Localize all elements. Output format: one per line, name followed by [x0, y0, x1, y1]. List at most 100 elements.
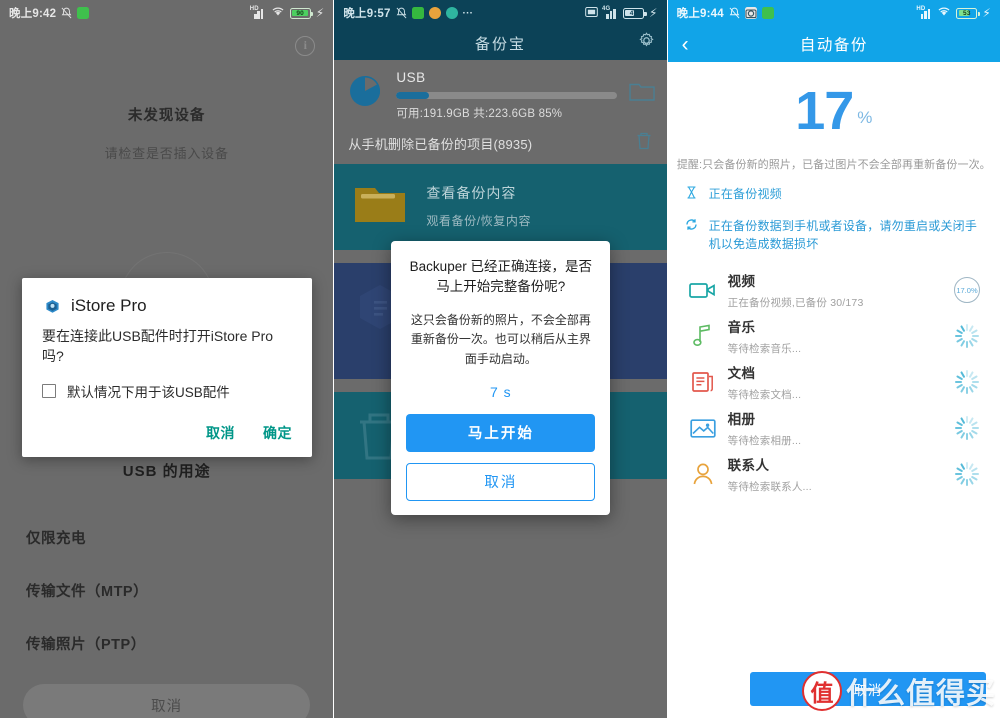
dialog-heading: Backuper 已经正确连接，是否马上开始完整备份呢? — [409, 259, 592, 295]
status-bar-right: 晚上9:44 HD 53 ⚡ — [667, 0, 1000, 26]
camera-app-icon — [744, 7, 757, 19]
usb-device-name: USB — [396, 70, 426, 85]
list-item-name: 联系人 — [727, 458, 770, 473]
loading-spinner-icon — [954, 416, 979, 440]
signal-hd-icon: HD — [250, 6, 266, 19]
sync-icon — [684, 217, 699, 236]
status-bar-right-group: 4G 47 ⚡ — [585, 6, 658, 20]
storage-pie-icon — [346, 72, 384, 110]
usb-status-block: USB 可用:191.9GB 共:223.6GB 85% 从手机删除已备份的项目… — [334, 60, 667, 164]
status-bar-left: 晚上9:42 HD 90 ⚡ — [0, 0, 333, 26]
usb-sheet-cancel-button[interactable]: 取消 — [23, 684, 311, 718]
usb-capacity-text: 可用:191.9GB 共:223.6GB 85% — [396, 108, 563, 120]
card-title: 查看备份内容 — [426, 184, 517, 201]
green-app-icon — [761, 7, 774, 19]
overall-progress: 17% — [668, 62, 1000, 138]
list-item-text: 音乐 等待检索音乐... — [720, 316, 950, 356]
backup-category-list: 视频 正在备份视频,已备份 30/173 17.0% 音乐 等待检索音乐... — [668, 267, 1000, 497]
page-title: 自动备份 — [799, 37, 868, 54]
list-item-text: 文档 等待检索文档... — [720, 362, 950, 402]
usb-progress-bar — [396, 92, 617, 99]
folder-icon[interactable] — [628, 80, 655, 102]
status-bar-right-group: HD 90 ⚡ — [250, 6, 325, 20]
chevron-left-icon[interactable]: ‹ — [682, 34, 689, 55]
list-item-text: 相册 等待检索相册... — [720, 408, 950, 448]
list-item-status: 正在备份视频,已备份 30/173 — [727, 297, 864, 309]
dialog-actions: 取消 确定 — [42, 423, 292, 449]
wifi-icon — [937, 6, 951, 20]
phone-panel-right: 晚上9:44 HD 53 ⚡ ‹ 自动备份 17 % 提醒:只会备份新的照片，已… — [667, 0, 1000, 718]
bolt-icon: ⚡ — [315, 6, 325, 20]
dialog-confirm-button[interactable]: 确定 — [263, 423, 292, 443]
wifi-icon — [271, 6, 285, 20]
list-item-album[interactable]: 相册 等待检索相册... — [668, 405, 1000, 451]
dialog-message: 要在连接此USB配件时打开iStore Pro吗? — [42, 328, 274, 365]
istore-permission-dialog: iStore Pro 要在连接此USB配件时打开iStore Pro吗? 默认情… — [22, 278, 312, 457]
app-bar-right: ‹ 自动备份 — [667, 26, 1000, 62]
loading-spinner-icon — [954, 370, 979, 394]
signal-4g-icon: 4G — [602, 6, 618, 19]
istore-logo-icon — [42, 296, 62, 316]
folder-icon — [352, 180, 408, 231]
list-item-text: 视频 正在备份视频,已备份 30/173 — [720, 270, 950, 310]
loading-spinner-icon — [954, 324, 979, 348]
usb-option-mtp[interactable]: 传输文件（MTP） — [0, 580, 333, 601]
default-usb-checkbox-label: 默认情况下用于该USB配件 — [67, 384, 230, 400]
contacts-icon — [686, 462, 720, 486]
note-text: 正在备份视频 — [708, 187, 782, 201]
album-icon — [686, 418, 720, 439]
list-item-music[interactable]: 音乐 等待检索音乐... — [668, 313, 1000, 359]
status-bar-middle: 晚上9:57 ··· 4G 47 ⚡ — [334, 0, 667, 26]
music-icon — [686, 324, 720, 348]
hourglass-icon — [684, 185, 699, 204]
list-item-name: 相册 — [727, 412, 756, 427]
document-icon — [686, 370, 720, 394]
status-more-icon: ··· — [462, 7, 474, 19]
screenshot-root: 晚上9:42 HD 90 ⚡ i 未发现设备 请检查是否插入设备 USB 的用途… — [0, 0, 1000, 718]
dialog-cancel-button[interactable]: 取消 — [406, 462, 596, 501]
note-row-hourglass: 正在备份视频 — [668, 185, 1000, 204]
list-item-indicator — [950, 370, 984, 394]
progress-value: 17 — [795, 81, 854, 141]
dialog-app-name: iStore Pro — [71, 296, 147, 315]
list-item-contacts[interactable]: 联系人 等待检索联系人... — [668, 451, 1000, 497]
start-now-button[interactable]: 马上开始 — [406, 413, 596, 452]
dialog-cancel-button[interactable]: 取消 — [206, 423, 235, 443]
cancel-backup-button[interactable]: 取消 — [749, 672, 986, 706]
list-item-video[interactable]: 视频 正在备份视频,已备份 30/173 17.0% — [668, 267, 1000, 313]
bell-muted-icon — [729, 7, 740, 19]
card-inner: 查看备份内容 观看备份/恢复内容 — [334, 164, 666, 247]
gear-icon[interactable] — [638, 32, 655, 54]
battery-icon: 53 — [956, 7, 980, 19]
status-time: 晚上9:57 — [343, 8, 391, 20]
battery-icon: 47 — [623, 7, 647, 19]
card-text: 查看备份内容 观看备份/恢复内容 — [426, 183, 531, 229]
card-subtitle: 观看备份/恢复内容 — [426, 213, 532, 228]
info-icon[interactable]: i — [295, 36, 316, 56]
card-view-backup[interactable]: 查看备份内容 观看备份/恢复内容 — [334, 164, 667, 250]
note-text: 正在备份数据到手机或者设备，请勿重启或关闭手机以免造成数据损坏 — [708, 219, 978, 251]
default-usb-checkbox[interactable] — [42, 383, 56, 398]
trash-icon[interactable] — [635, 131, 653, 156]
app-bar-middle: 备份宝 — [334, 26, 667, 60]
usb-option-ptp[interactable]: 传输照片（PTP） — [0, 633, 333, 654]
list-item-name: 视频 — [727, 274, 756, 289]
phone-panel-middle: 晚上9:57 ··· 4G 47 ⚡ 备份宝 USB 可用:191.9GB 共:… — [334, 0, 667, 718]
loading-spinner-icon — [954, 462, 979, 486]
bell-muted-icon — [61, 7, 72, 19]
list-item-status: 等待检索联系人... — [727, 481, 812, 493]
delete-backed-up-row[interactable]: 从手机删除已备份的项目(8935) — [346, 131, 654, 158]
dialog-checkbox-row[interactable]: 默认情况下用于该USB配件 — [42, 381, 292, 401]
usb-option-charge-only[interactable]: 仅限充电 — [0, 527, 333, 548]
list-item-indicator — [950, 462, 984, 486]
dialog-countdown: 7 s — [489, 383, 512, 400]
battery-level: 47 — [629, 9, 638, 17]
bell-muted-icon — [396, 7, 407, 19]
dialog-body: 这只会备份新的照片，不会全部再重新备份一次。也可以稍后从主界面手动启动。 — [410, 312, 591, 367]
delete-backed-up-label: 从手机删除已备份的项目(8935) — [348, 137, 533, 152]
orange-app-icon — [428, 7, 441, 19]
teal-app-icon — [445, 7, 458, 19]
green-app-icon — [77, 7, 90, 19]
progress-symbol: % — [857, 108, 873, 127]
list-item-document[interactable]: 文档 等待检索文档... — [668, 359, 1000, 405]
